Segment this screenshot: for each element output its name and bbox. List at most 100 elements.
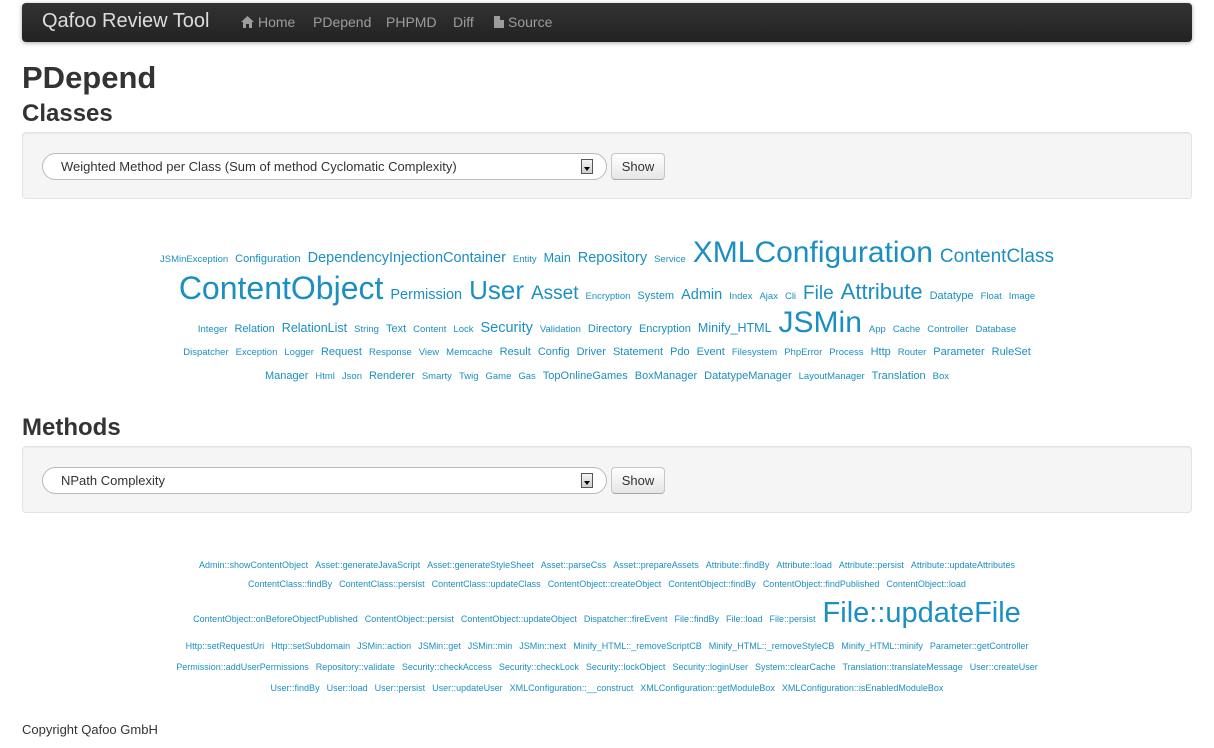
page-title: PDepend <box>22 60 157 95</box>
cloud-tag-link[interactable]: Html <box>315 365 335 389</box>
cloud-tag-link[interactable]: File::updateFile <box>823 593 1021 634</box>
cloud-tag-link[interactable]: User::findBy <box>271 678 320 699</box>
method-tag-cloud: Admin::showContentObject Asset::generateJ… <box>130 554 1084 697</box>
cloud-tag-link[interactable]: TopOnlineGames <box>543 364 628 388</box>
cloud-tag-link[interactable]: Request <box>321 340 362 365</box>
cloud-tag-link[interactable]: Config <box>538 340 570 365</box>
cloud-tag-link[interactable]: ContentObject::findPublished <box>763 574 880 594</box>
cloud-tag-link[interactable]: XMLConfiguration::getModuleBox <box>640 678 775 699</box>
cloud-tag-link[interactable]: Security::lockObject <box>586 657 666 678</box>
cloud-line: ContentObject::onBeforeObjectPublished Co… <box>130 593 1084 634</box>
methods-form: NPath Complexity Show <box>22 446 1192 513</box>
cloud-tag-link[interactable]: Event <box>697 340 725 365</box>
cloud-tag-link[interactable]: ContentClass::findBy <box>248 574 332 594</box>
cloud-tag-link[interactable]: Process <box>829 340 863 365</box>
cloud-tag-link[interactable]: Logger <box>284 340 314 365</box>
chevron-down-icon <box>581 473 593 488</box>
cloud-tag-link[interactable]: ContentClass::persist <box>339 574 425 594</box>
cloud-tag-link[interactable]: Filesystem <box>732 340 777 365</box>
cloud-tag-link[interactable]: Router <box>898 340 927 365</box>
copyright: Copyright Qafoo GmbH <box>22 722 158 737</box>
cloud-tag-link[interactable]: ContentObject::findBy <box>668 574 756 594</box>
nav-diff-link[interactable]: Diff <box>453 14 474 30</box>
cloud-tag-link[interactable]: XMLConfiguration::isEnabledModuleBox <box>782 678 944 699</box>
cloud-tag-link[interactable]: Http::setRequestUri <box>186 636 265 657</box>
cloud-tag-link[interactable]: Dispatcher <box>183 340 228 365</box>
cloud-tag-link[interactable]: JSMin <box>779 307 862 338</box>
cloud-tag-link[interactable]: Exception <box>236 340 278 365</box>
cloud-tag-link[interactable]: Pdo <box>670 340 690 365</box>
cloud-tag-link[interactable]: Driver <box>577 340 606 365</box>
cloud-tag-link[interactable]: BoxManager <box>635 364 697 388</box>
cloud-tag-link[interactable]: ContentClass::updateClass <box>432 574 541 594</box>
home-icon <box>241 16 254 28</box>
cloud-tag-link[interactable]: XMLConfiguration <box>693 236 933 269</box>
cloud-tag-link[interactable]: Smarty <box>422 365 452 389</box>
cloud-tag-link[interactable]: Parameter::getController <box>930 636 1029 657</box>
cloud-tag-link[interactable]: Game <box>485 365 511 389</box>
cloud-tag-link[interactable]: Translation <box>872 364 926 388</box>
classes-heading: Classes <box>22 100 113 127</box>
cloud-tag-link[interactable]: Security::checkLock <box>499 657 579 678</box>
cloud-line: Admin::showContentObject Asset::generateJ… <box>130 554 1084 573</box>
cloud-line: ContentClass::findBy ContentClass::persis… <box>130 573 1084 593</box>
cloud-tag-link[interactable]: Response <box>369 340 412 365</box>
cloud-tag-link[interactable]: View <box>419 340 439 365</box>
cloud-tag-link[interactable]: Parameter <box>933 340 984 365</box>
cloud-tag-link[interactable]: Statement <box>613 340 663 365</box>
cloud-tag-link[interactable]: Permission::addUserPermissions <box>176 657 309 678</box>
cloud-tag-link[interactable]: JSMin::action <box>357 636 411 657</box>
cloud-line: Integer Relation RelationList String Text Con… <box>130 307 1084 338</box>
cloud-tag-link[interactable]: Json <box>342 365 362 389</box>
methods-heading: Methods <box>22 414 121 441</box>
cloud-tag-link[interactable]: Minify_HTML::_removeStyleCB <box>709 636 835 657</box>
cloud-tag-link[interactable]: JSMin::next <box>519 636 566 657</box>
cloud-tag-link[interactable]: ContentObject <box>179 269 384 307</box>
cloud-tag-link[interactable]: JSMin::get <box>418 636 461 657</box>
cloud-tag-link[interactable]: Translation::translateMessage <box>843 657 963 678</box>
chevron-down-icon <box>581 159 593 174</box>
cloud-tag-link[interactable]: Box <box>933 365 949 389</box>
cloud-tag-link[interactable]: DatatypeManager <box>704 364 791 388</box>
cloud-tag-link[interactable]: Repository::validate <box>316 657 395 678</box>
cloud-tag-link[interactable]: User::createUser <box>970 657 1038 678</box>
cloud-tag-link[interactable]: Security::checkAccess <box>402 657 492 678</box>
classes-form: Weighted Method per Class (Sum of method… <box>22 132 1192 199</box>
cloud-tag-link[interactable]: Http <box>871 340 891 365</box>
cloud-tag-link[interactable]: XMLConfiguration::__construct <box>510 678 634 699</box>
brand-link[interactable]: Qafoo Review Tool <box>42 10 210 33</box>
cloud-tag-link[interactable]: Security::loginUser <box>672 657 748 678</box>
cloud-tag-link[interactable]: Result <box>500 340 531 365</box>
nav-phpmd-link[interactable]: PHPMD <box>386 14 437 30</box>
cloud-tag-link[interactable]: User::persist <box>375 678 426 699</box>
cloud-tag-link[interactable]: Http::setSubdomain <box>271 636 350 657</box>
cloud-tag-link[interactable]: RuleSet <box>992 340 1031 365</box>
cloud-tag-link[interactable]: Gas <box>518 365 535 389</box>
cloud-tag-link[interactable]: User::updateUser <box>432 678 503 699</box>
nav-source-link[interactable]: Source <box>494 14 552 30</box>
classes-show-button[interactable]: Show <box>611 153 665 180</box>
cloud-tag-link[interactable]: Minify_HTML::minify <box>841 636 923 657</box>
class-tag-cloud: JSMinException Configuration DependencyInj… <box>130 236 1084 387</box>
cloud-tag-link[interactable]: Twig <box>459 365 479 389</box>
cloud-tag-link[interactable]: Renderer <box>369 364 415 388</box>
methods-metric-select[interactable]: NPath Complexity <box>42 467 607 494</box>
cloud-tag-link[interactable]: LayoutManager <box>799 365 865 389</box>
cloud-tag-link[interactable]: User::load <box>327 678 368 699</box>
cloud-tag-link[interactable]: Memcache <box>446 340 492 365</box>
cloud-tag-link[interactable]: User <box>469 271 524 309</box>
cloud-tag-link[interactable]: ContentObject::load <box>886 574 966 594</box>
nav-pdepend-link[interactable]: PDepend <box>313 14 371 30</box>
cloud-tag-link[interactable]: Minify_HTML::_removeScriptCB <box>573 636 702 657</box>
methods-show-button[interactable]: Show <box>611 467 665 494</box>
cloud-tag-link[interactable]: JSMin::min <box>468 636 513 657</box>
cloud-line: JSMinException Configuration DependencyInj… <box>130 236 1084 269</box>
cloud-tag-link[interactable]: Manager <box>265 364 308 388</box>
cloud-tag-link[interactable]: ContentObject::createObject <box>548 574 662 594</box>
classes-metric-select[interactable]: Weighted Method per Class (Sum of method… <box>42 153 607 180</box>
cloud-tag-link[interactable]: PhpError <box>784 340 822 365</box>
cloud-line: Http::setRequestUri Http::setSubdomain JSM… <box>130 634 1084 655</box>
cloud-line: Dispatcher Exception Logger Request Response… <box>130 338 1084 363</box>
cloud-tag-link[interactable]: System::clearCache <box>755 657 836 678</box>
nav-home-link[interactable]: Home <box>241 14 295 30</box>
